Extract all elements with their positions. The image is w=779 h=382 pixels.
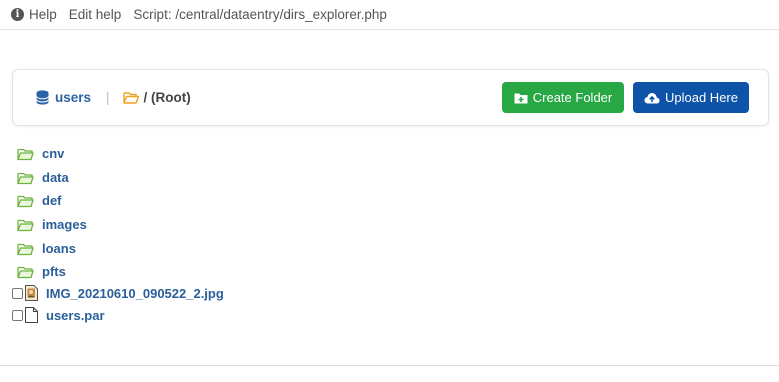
breadcrumb-panel: users | / (Root) Create Folder Upload He…	[12, 69, 769, 126]
top-help-bar: i Help Edit help Script: /central/dataen…	[0, 0, 779, 30]
folder-item-cnv[interactable]: cnv	[17, 146, 64, 161]
info-icon: i	[11, 8, 24, 21]
folder-item-data[interactable]: data	[17, 170, 69, 185]
folder-item-def[interactable]: def	[17, 193, 62, 208]
folder-label: def	[42, 193, 62, 208]
create-folder-button[interactable]: Create Folder	[502, 82, 624, 113]
breadcrumb-users[interactable]: users	[36, 90, 91, 105]
file-item-image[interactable]: IMG_20210610_090522_2.jpg	[12, 285, 224, 301]
folder-label: pfts	[42, 264, 66, 279]
folder-item-pfts[interactable]: pfts	[17, 264, 66, 279]
breadcrumb-root: / (Root)	[122, 90, 191, 105]
folder-item-loans[interactable]: loans	[17, 241, 76, 256]
folder-label: loans	[42, 241, 76, 256]
file-label: users.par	[46, 307, 105, 323]
breadcrumb: users | / (Root)	[36, 70, 191, 125]
database-icon	[36, 90, 49, 105]
footer-divider	[0, 365, 779, 366]
upload-here-button[interactable]: Upload Here	[633, 82, 749, 113]
folder-item-images[interactable]: images	[17, 217, 87, 232]
help-label: Help	[29, 7, 57, 22]
edit-help-label: Edit help	[68, 7, 122, 22]
file-label: IMG_20210610_090522_2.jpg	[46, 285, 224, 301]
file-icon	[25, 307, 38, 323]
folder-icon	[17, 219, 34, 231]
help-link[interactable]: i Help	[11, 7, 57, 22]
edit-help-link[interactable]: Edit help	[69, 7, 122, 22]
file-select-checkbox[interactable]	[12, 309, 23, 321]
breadcrumb-users-label: users	[55, 90, 92, 105]
breadcrumb-root-label: / (Root)	[143, 90, 191, 105]
folder-plus-icon	[514, 93, 528, 103]
create-folder-label: Create Folder	[532, 90, 613, 105]
script-path: Script: /central/dataentry/dirs_explorer…	[133, 7, 387, 22]
folder-label: cnv	[42, 146, 65, 161]
folder-icon	[17, 266, 34, 278]
folder-label: data	[42, 170, 69, 185]
folder-label: images	[42, 217, 87, 232]
folder-open-icon	[122, 92, 139, 104]
folder-icon	[17, 148, 34, 160]
image-file-icon	[25, 285, 38, 301]
upload-here-label: Upload Here	[665, 90, 738, 105]
folder-icon	[17, 243, 34, 255]
script-path-label: Script: /central/dataentry/dirs_explorer…	[133, 7, 387, 22]
folder-icon	[17, 172, 34, 184]
file-item-par[interactable]: users.par	[12, 307, 105, 323]
cloud-upload-icon	[644, 92, 660, 103]
breadcrumb-separator: |	[106, 90, 110, 105]
folder-icon	[17, 195, 34, 207]
file-select-checkbox[interactable]	[12, 287, 23, 299]
